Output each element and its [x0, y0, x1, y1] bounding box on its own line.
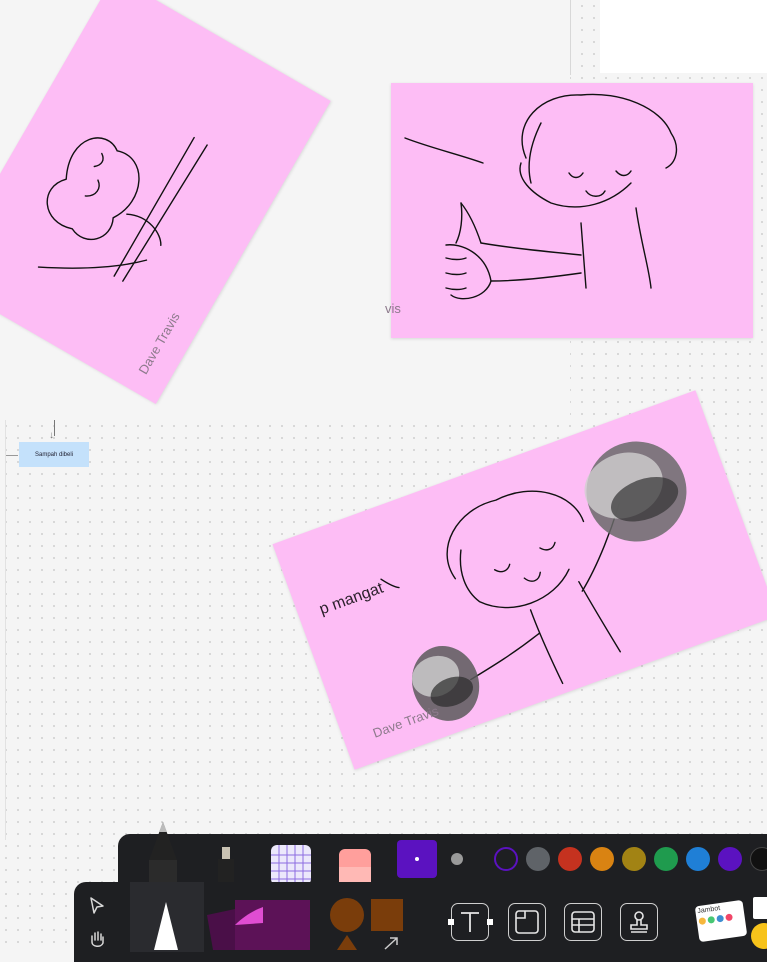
smudge-blob-right: [584, 441, 687, 542]
marker-icon: [218, 847, 234, 885]
stroke-size-button[interactable]: [451, 853, 463, 865]
hand-tool[interactable]: [86, 928, 108, 950]
sticker-label: Jambot: [696, 905, 721, 916]
stamp-icon: [630, 911, 648, 933]
stamp-tool[interactable]: [620, 903, 658, 941]
text-tool[interactable]: [451, 903, 489, 941]
shapes-tool[interactable]: [327, 897, 407, 950]
handle-left: [448, 919, 454, 925]
frame-tool[interactable]: [508, 903, 546, 941]
color-swatch-purple[interactable]: [718, 847, 742, 871]
color-swatch-black[interactable]: [494, 847, 518, 871]
marker-tool[interactable]: [214, 845, 238, 885]
flow-box-label: Sampah dibeli: [34, 451, 74, 458]
eraser-tool[interactable]: [337, 847, 373, 885]
color-swatch-dark[interactable]: [750, 847, 767, 871]
color-swatch-gray[interactable]: [526, 847, 550, 871]
shapes-icon: [330, 898, 403, 950]
select-tool[interactable]: [86, 895, 108, 917]
pen-stack-tool[interactable]: [130, 882, 204, 952]
table-icon: [571, 911, 595, 933]
pen-icon: [149, 822, 177, 882]
color-swatch-green[interactable]: [654, 847, 678, 871]
color-swatch-red[interactable]: [558, 847, 582, 871]
connector-line: [6, 455, 18, 456]
drawing-strokes: [404, 93, 678, 300]
frame-area-right: [600, 0, 767, 73]
paper-sticker-icon: [753, 897, 767, 919]
sticky-notes-icon: [207, 900, 310, 950]
frame-border-left: [5, 420, 6, 840]
frame-border: [570, 0, 571, 75]
color-swatch-blue[interactable]: [686, 847, 710, 871]
flow-box[interactable]: Sampah dibeli: [19, 442, 89, 467]
white-pen-icon: [154, 902, 178, 950]
grid-sticky-icon: [271, 845, 311, 885]
color-swatch-orange[interactable]: [590, 847, 614, 871]
selected-color-button[interactable]: [397, 840, 437, 878]
table-tool[interactable]: [564, 903, 602, 941]
color-swatch-olive[interactable]: [622, 847, 646, 871]
handle-right: [487, 919, 493, 925]
connector-line: [54, 420, 55, 436]
dot-icon: [415, 857, 419, 861]
sticky-note-2[interactable]: vis: [385, 83, 753, 338]
arrow-down-icon: ↓: [49, 430, 54, 441]
grid-sticky-tool[interactable]: [269, 843, 313, 885]
eraser-icon: [339, 849, 371, 885]
frame-icon: [515, 910, 539, 934]
hand-icon: [91, 931, 104, 947]
text-icon: [461, 912, 479, 932]
sticker-card: Jambot: [695, 899, 748, 943]
pen-tool[interactable]: [147, 822, 179, 882]
cursor-icon: [90, 897, 104, 914]
note-author: vis: [385, 301, 401, 316]
stickers-tool[interactable]: Jambot: [695, 895, 767, 950]
emoji-sticker-icon: [751, 923, 767, 949]
sticky-note-stack-tool[interactable]: [205, 895, 315, 950]
